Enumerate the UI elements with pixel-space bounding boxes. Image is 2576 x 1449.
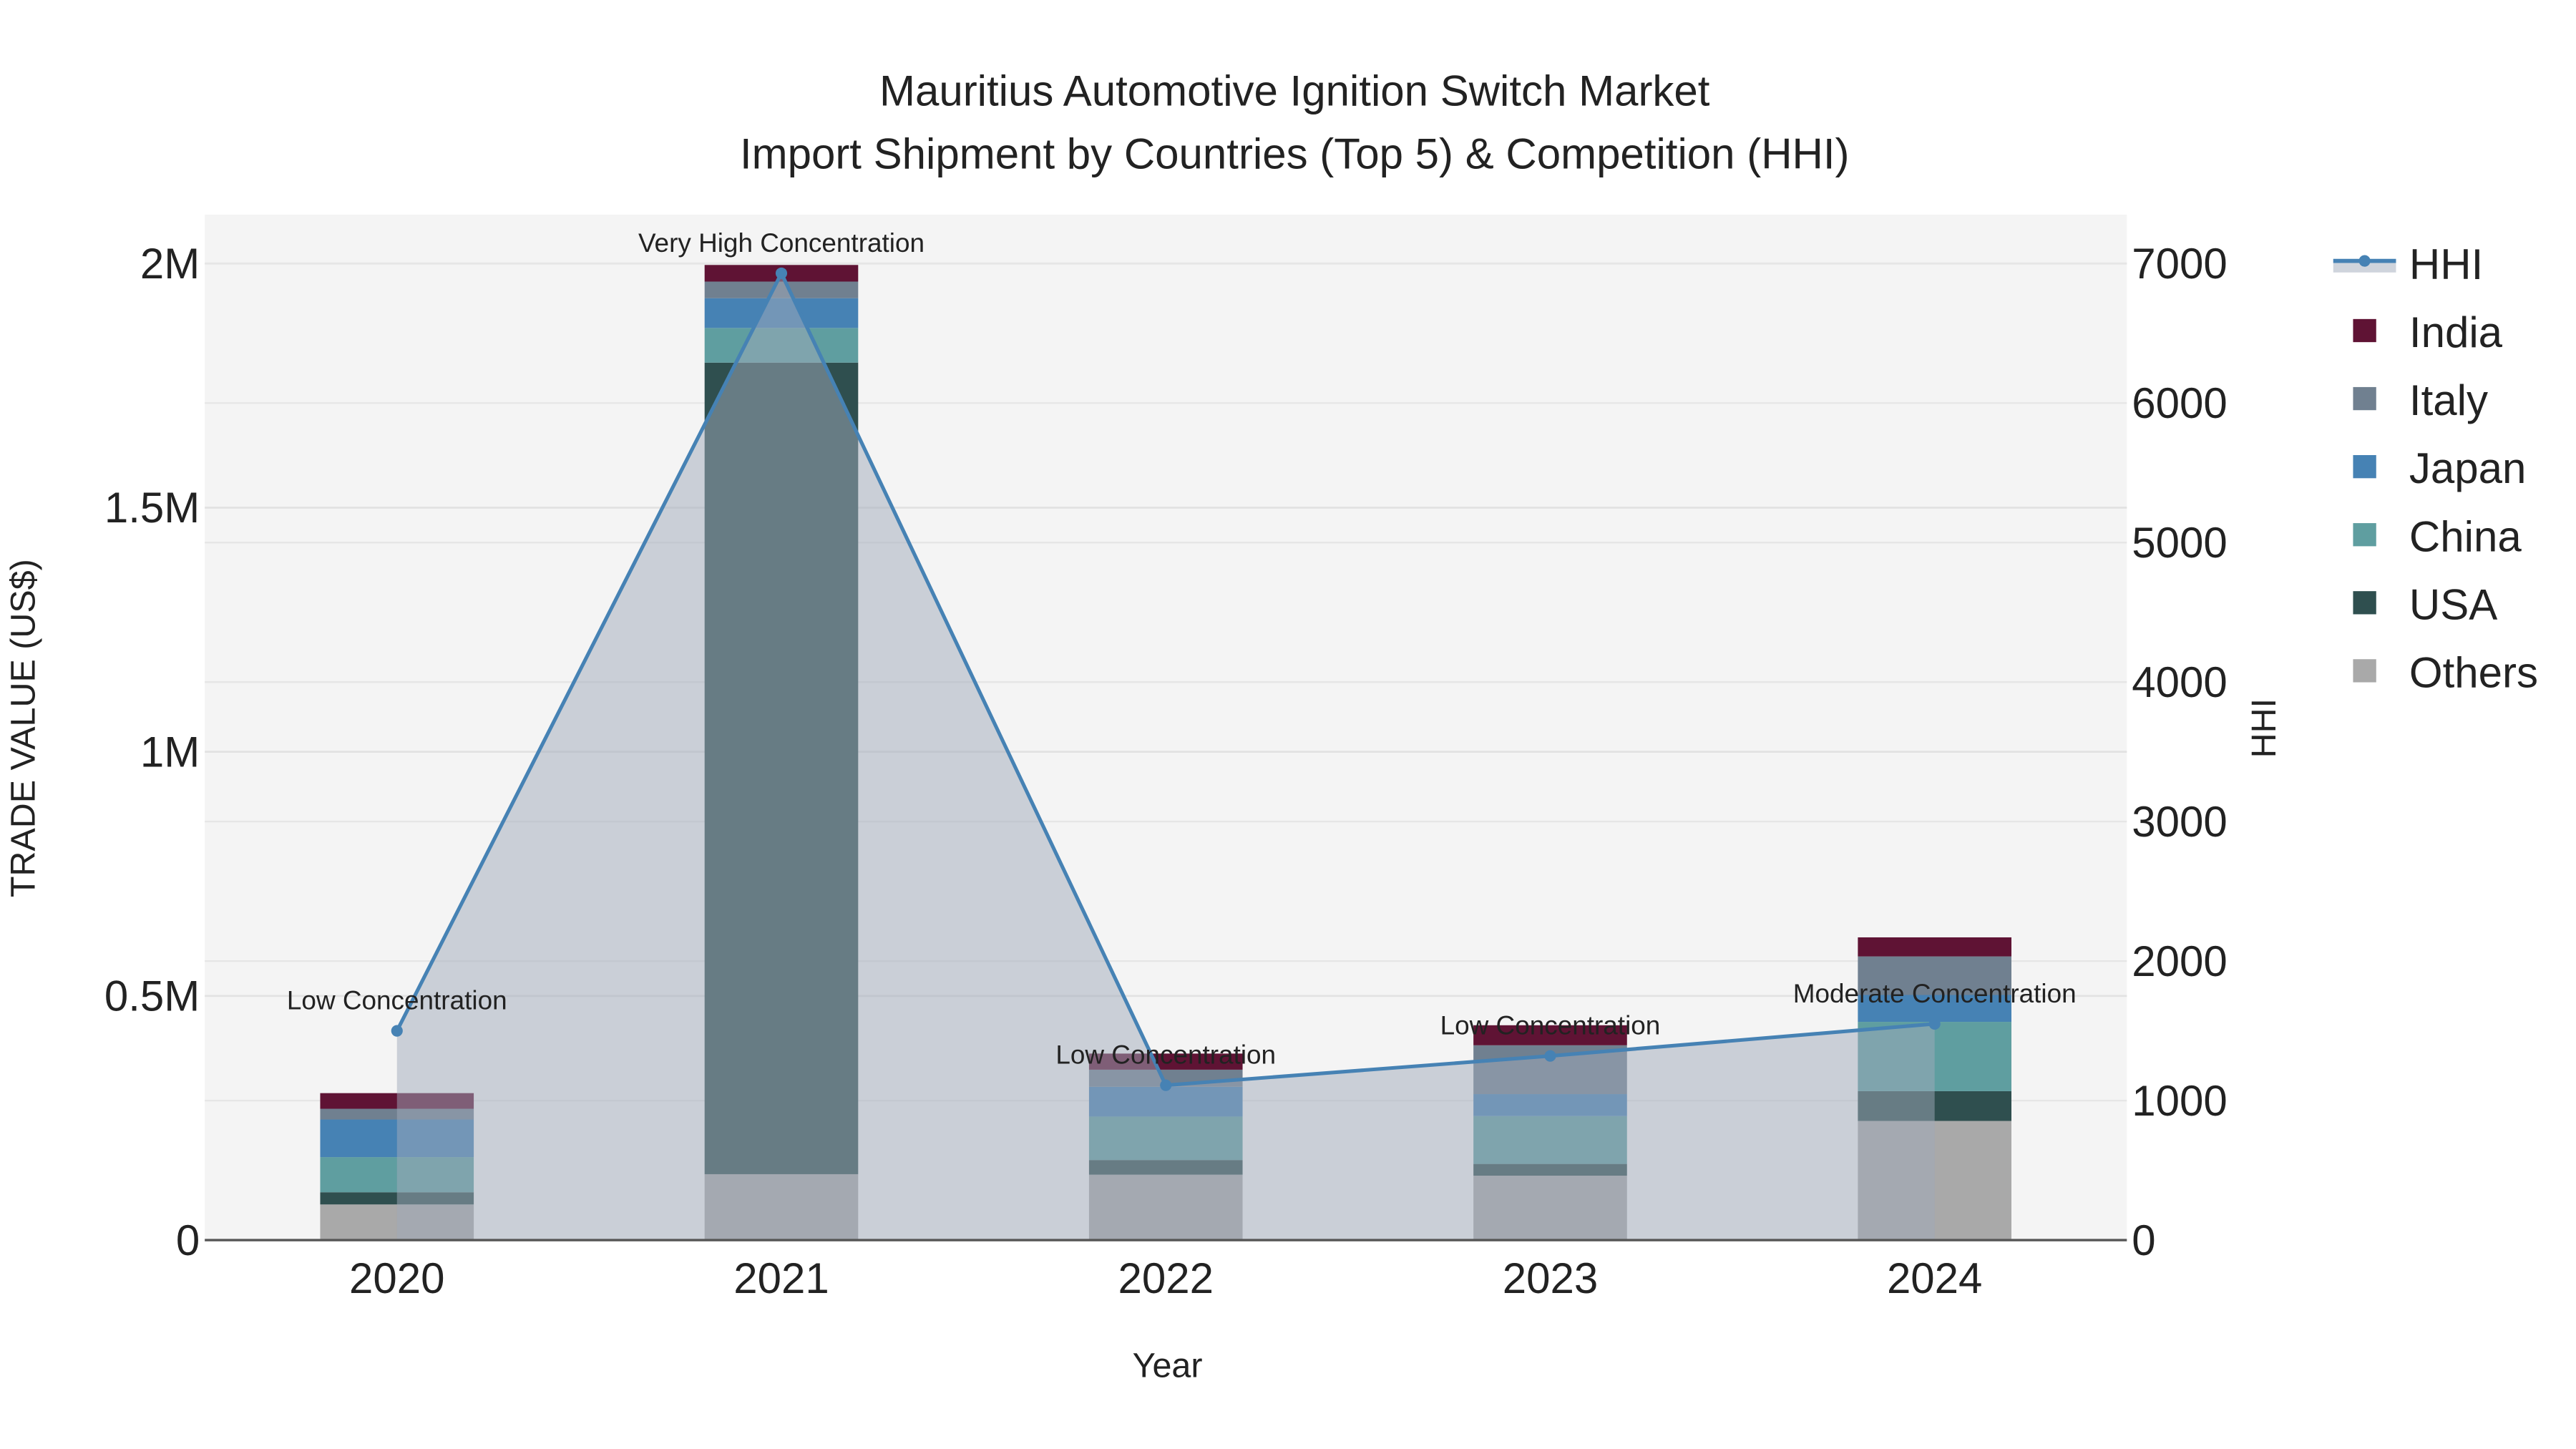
chart-title-line2: Import Shipment by Countries (Top 5) & C… — [740, 130, 1850, 177]
hhi-point-2024 — [1928, 1018, 1941, 1030]
y2-axis-label: HHI — [2245, 698, 2283, 758]
x-axis-label: Year — [1133, 1347, 1203, 1385]
legend-label: HHI — [2409, 240, 2483, 288]
legend-item-usa[interactable]: USA — [2353, 580, 2497, 628]
hhi-point-2021 — [775, 267, 788, 279]
legend-item-japan[interactable]: Japan — [2353, 444, 2526, 492]
y-axis-label: TRADE VALUE (US$) — [4, 559, 42, 897]
legend-swatch — [2353, 659, 2376, 683]
y-tick-label: 1.5M — [104, 484, 200, 532]
hhi-annotation: Moderate Concentration — [1793, 979, 2077, 1008]
hhi-annotation: Low Concentration — [287, 986, 507, 1015]
legend-hhi-marker — [2358, 255, 2371, 267]
y2-tick-label: 7000 — [2132, 240, 2227, 288]
x-tick-label: 2021 — [733, 1254, 829, 1302]
legend-swatch — [2353, 523, 2376, 547]
y2-tick-label: 5000 — [2132, 519, 2227, 567]
legend[interactable]: HHI India Italy Japan China USA Others — [2333, 240, 2538, 696]
legend-swatch — [2353, 386, 2376, 411]
bar-india-2024 — [1858, 937, 2011, 957]
hhi-annotation: Low Concentration — [1055, 1040, 1276, 1070]
chart-title-line1: Mauritius Automotive Ignition Switch Mar… — [879, 67, 1710, 115]
y-tick-label: 2M — [140, 240, 200, 288]
y2-tick-label: 1000 — [2132, 1077, 2227, 1125]
legend-swatch — [2353, 455, 2376, 479]
legend-swatch — [2353, 318, 2376, 343]
legend-item-italy[interactable]: Italy — [2353, 376, 2488, 424]
y2-tick-label: 2000 — [2132, 937, 2227, 985]
legend-item-hhi[interactable]: HHI — [2333, 240, 2483, 288]
x-tick-label: 2024 — [1887, 1254, 1982, 1302]
y2-tick-label: 0 — [2132, 1216, 2155, 1264]
legend-item-china[interactable]: China — [2353, 512, 2522, 560]
y2-tick-label: 4000 — [2132, 658, 2227, 706]
legend-label: USA — [2409, 580, 2497, 628]
x-tick-label: 2023 — [1503, 1254, 1598, 1302]
legend-label: China — [2409, 512, 2522, 560]
y2-tick-label: 6000 — [2132, 379, 2227, 427]
legend-label: Italy — [2409, 376, 2488, 424]
hhi-point-2020 — [391, 1025, 403, 1037]
chart: 2020 2021 2022 2023 2024 0 0.5M 1M 1.5M 2M 0 1000 20… — [4, 67, 2538, 1385]
y-tick-label: 1M — [140, 728, 200, 776]
hhi-annotation: Low Concentration — [1440, 1011, 1661, 1040]
legend-item-india[interactable]: India — [2353, 308, 2503, 356]
y2-tick-label: 3000 — [2132, 798, 2227, 846]
legend-label: Others — [2409, 648, 2538, 696]
x-tick-label: 2020 — [349, 1254, 444, 1302]
hhi-annotation: Very High Concentration — [638, 228, 924, 258]
hhi-point-2022 — [1160, 1079, 1172, 1091]
legend-swatch — [2353, 591, 2376, 615]
legend-label: Japan — [2409, 444, 2526, 492]
legend-label: India — [2409, 308, 2503, 356]
legend-item-others[interactable]: Others — [2353, 648, 2538, 696]
y-tick-label: 0 — [176, 1216, 200, 1264]
y-tick-label: 0.5M — [104, 972, 200, 1020]
hhi-point-2023 — [1544, 1050, 1556, 1062]
x-tick-label: 2022 — [1118, 1254, 1213, 1302]
